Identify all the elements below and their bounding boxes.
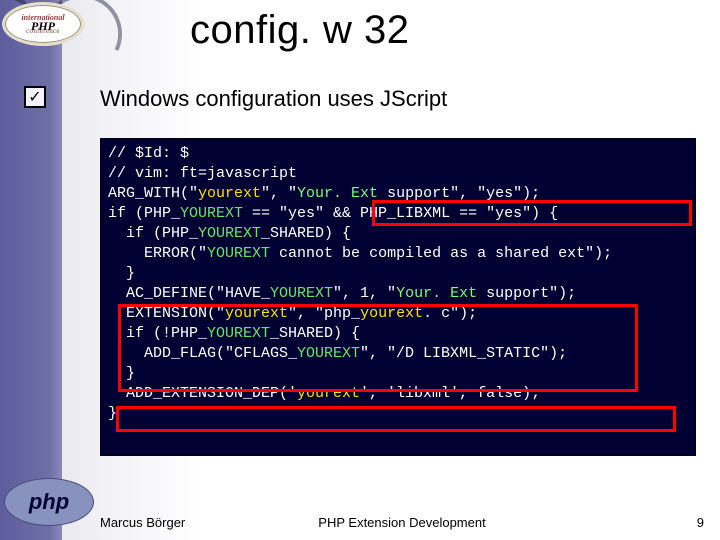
code-kw: YOUREXT (270, 285, 333, 302)
code-line-5a: if (PHP_ (108, 225, 198, 242)
code-kw: yourext (360, 305, 423, 322)
code-line-8e: support"); (477, 285, 576, 302)
code-line-6a: ERROR(" (108, 245, 207, 262)
php-logo: php (4, 478, 94, 526)
code-line-10c: _SHARED) { (270, 325, 360, 342)
code-line-1: // $Id: $ (108, 145, 189, 162)
code-line-9a: EXTENSION(" (108, 305, 225, 322)
code-line-4a: if (PHP_ (108, 205, 180, 222)
code-kw-yourext: yourext (198, 185, 261, 202)
code-line-3a: ARG_WITH(" (108, 185, 198, 202)
code-line-11c: ", "/D LIBXML_STATIC"); (360, 345, 567, 362)
code-line-8c: ", 1, " (333, 285, 396, 302)
code-line-9e: . c"); (423, 305, 477, 322)
code-line-2: // vim: ft=javascript (108, 165, 297, 182)
code-kw: YOUREXT (207, 245, 270, 262)
code-line-8a: AC_DEFINE("HAVE_ (108, 285, 270, 302)
slide-title: config. w 32 (190, 8, 409, 53)
code-line-7: } (108, 265, 135, 282)
code-kw-yourext-cap: Your. Ext (297, 185, 378, 202)
code-line-13c: ', 'libxml', false); (360, 385, 540, 402)
code-line-10a: if (!PHP_ (108, 325, 207, 342)
code-kw: YOUREXT (198, 225, 261, 242)
php-logo-text: php (29, 489, 69, 515)
checkmark-icon: ✓ (28, 87, 41, 107)
code-line-6c: cannot be compiled as a shared ext"); (270, 245, 612, 262)
badge-line3: conference (21, 28, 64, 35)
code-block: // $Id: $ // vim: ft=javascript ARG_WITH… (100, 138, 696, 456)
code-line-5c: _SHARED) { (261, 225, 351, 242)
slide-subtitle: Windows configuration uses JScript (100, 86, 447, 112)
highlight-box-3 (116, 406, 676, 432)
code-line-3e: support", "yes"); (378, 185, 540, 202)
code-kw: yourext (297, 385, 360, 402)
footer: Marcus Börger PHP Extension Development … (100, 515, 704, 530)
code-line-11a: ADD_FLAG("CFLAGS_ (108, 345, 297, 362)
code-line-12: } (108, 365, 135, 382)
code-kw: yourext (225, 305, 288, 322)
conference-badge: international PHP conference (2, 2, 84, 46)
slide: international PHP conference ✓ config. w… (0, 0, 720, 540)
code-line-4e: { (540, 205, 558, 222)
code-kw: Your. Ext (396, 285, 477, 302)
code-line-13a: ADD_EXTENSION_DEP(' (108, 385, 297, 402)
code-line-4c: == "yes" (243, 205, 324, 222)
code-line-14: } (108, 405, 117, 422)
bullet-checkbox-icon: ✓ (24, 86, 46, 108)
code-line-9c: ", "php_ (288, 305, 360, 322)
badge-text: international PHP conference (21, 14, 64, 35)
code-kw: YOUREXT (207, 325, 270, 342)
code-line-4d: && PHP_LIBXML == "yes") (324, 205, 540, 222)
code-line-3c: ", " (261, 185, 297, 202)
footer-title: PHP Extension Development (318, 515, 485, 530)
footer-author: Marcus Börger (100, 515, 185, 530)
code-kw-yourext-upper: YOUREXT (180, 205, 243, 222)
code-kw: YOUREXT (297, 345, 360, 362)
footer-page-number: 9 (697, 515, 704, 530)
